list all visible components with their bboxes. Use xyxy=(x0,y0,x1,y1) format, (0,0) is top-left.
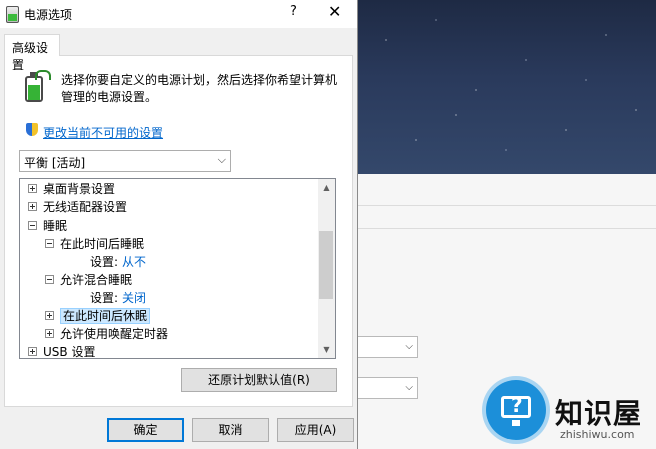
battery-icon xyxy=(23,70,51,104)
close-button[interactable]: ✕ xyxy=(328,2,341,21)
power-plan-select[interactable]: 平衡 [活动] ⌵ xyxy=(19,150,231,172)
scroll-up-icon[interactable]: ▲ xyxy=(318,179,335,196)
watermark-url: zhishiwu.com xyxy=(560,428,635,441)
tree-item-hibernate-after[interactable]: 在此时间后休眠 xyxy=(45,307,151,325)
chevron-down-icon: ⌵ xyxy=(405,341,413,352)
tree-item-wake-timers[interactable]: 允许使用唤醒定时器 xyxy=(45,325,168,343)
tree-item-desktop-background[interactable]: 桌面背景设置 xyxy=(28,180,115,198)
tree-item-wireless-adapter[interactable]: 无线适配器设置 xyxy=(28,198,127,216)
background-divider xyxy=(356,205,656,206)
settings-tree[interactable]: 桌面背景设置 无线适配器设置 睡眠 在此时间后睡眠 设置: 从不 允许混合睡眠 设… xyxy=(19,178,336,359)
change-unavailable-settings-link[interactable]: 更改当前不可用的设置 xyxy=(43,124,163,141)
restore-defaults-button[interactable]: 还原计划默认值(R) xyxy=(181,368,337,392)
collapse-icon[interactable] xyxy=(45,275,54,284)
setting-value[interactable]: 从不 xyxy=(122,255,146,269)
watermark-title: 知识屋 xyxy=(555,397,643,430)
background-dropdown[interactable]: ⌵ xyxy=(356,336,418,358)
window-title: 电源选项 xyxy=(24,8,73,22)
collapse-icon[interactable] xyxy=(45,239,54,248)
power-plan-value: 平衡 [活动] xyxy=(24,156,86,170)
expand-icon[interactable] xyxy=(28,202,37,211)
power-options-icon xyxy=(6,6,19,23)
tree-item-hybrid-sleep[interactable]: 允许混合睡眠 xyxy=(45,271,132,289)
chevron-down-icon: ⌵ xyxy=(405,382,413,393)
expand-icon[interactable] xyxy=(28,184,37,193)
tree-item-hybrid-sleep-setting[interactable]: 设置: 关闭 xyxy=(90,289,146,307)
tree-item-sleep-after[interactable]: 在此时间后睡眠 xyxy=(45,235,144,253)
expand-icon[interactable] xyxy=(45,329,54,338)
watermark-logo-icon: ? xyxy=(486,380,546,440)
expand-icon[interactable] xyxy=(28,347,37,356)
tab-advanced-settings[interactable]: 高级设置 xyxy=(4,34,60,72)
desktop-background xyxy=(356,0,656,174)
tree-item-sleep-after-setting[interactable]: 设置: 从不 xyxy=(90,253,146,271)
apply-button[interactable]: 应用(A) xyxy=(277,418,354,442)
vertical-scrollbar[interactable]: ▲ ▼ xyxy=(318,179,335,358)
background-divider xyxy=(356,228,656,229)
uac-shield-icon xyxy=(26,123,38,136)
expand-icon[interactable] xyxy=(45,311,54,320)
cancel-button[interactable]: 取消 xyxy=(192,418,269,442)
title-bar[interactable]: 电源选项 ? ✕ xyxy=(0,0,357,28)
setting-value[interactable]: 关闭 xyxy=(122,291,146,305)
tree-item-usb-settings[interactable]: USB 设置 xyxy=(28,343,95,361)
intro-text: 选择你要自定义的电源计划，然后选择你希望计算机管理的电源设置。 xyxy=(61,73,338,104)
power-options-dialog: 电源选项 ? ✕ 高级设置 选择你要自定义的电源计划，然后选择你希望计算机管理的… xyxy=(0,0,358,449)
collapse-icon[interactable] xyxy=(28,221,37,230)
tree-item-sleep[interactable]: 睡眠 xyxy=(28,217,67,235)
scroll-down-icon[interactable]: ▼ xyxy=(318,341,335,358)
scrollbar-thumb[interactable] xyxy=(319,231,333,299)
background-dropdown[interactable]: ⌵ xyxy=(356,377,418,399)
ok-button[interactable]: 确定 xyxy=(107,418,184,442)
help-button[interactable]: ? xyxy=(290,4,297,19)
chevron-down-icon: ⌵ xyxy=(217,153,226,166)
